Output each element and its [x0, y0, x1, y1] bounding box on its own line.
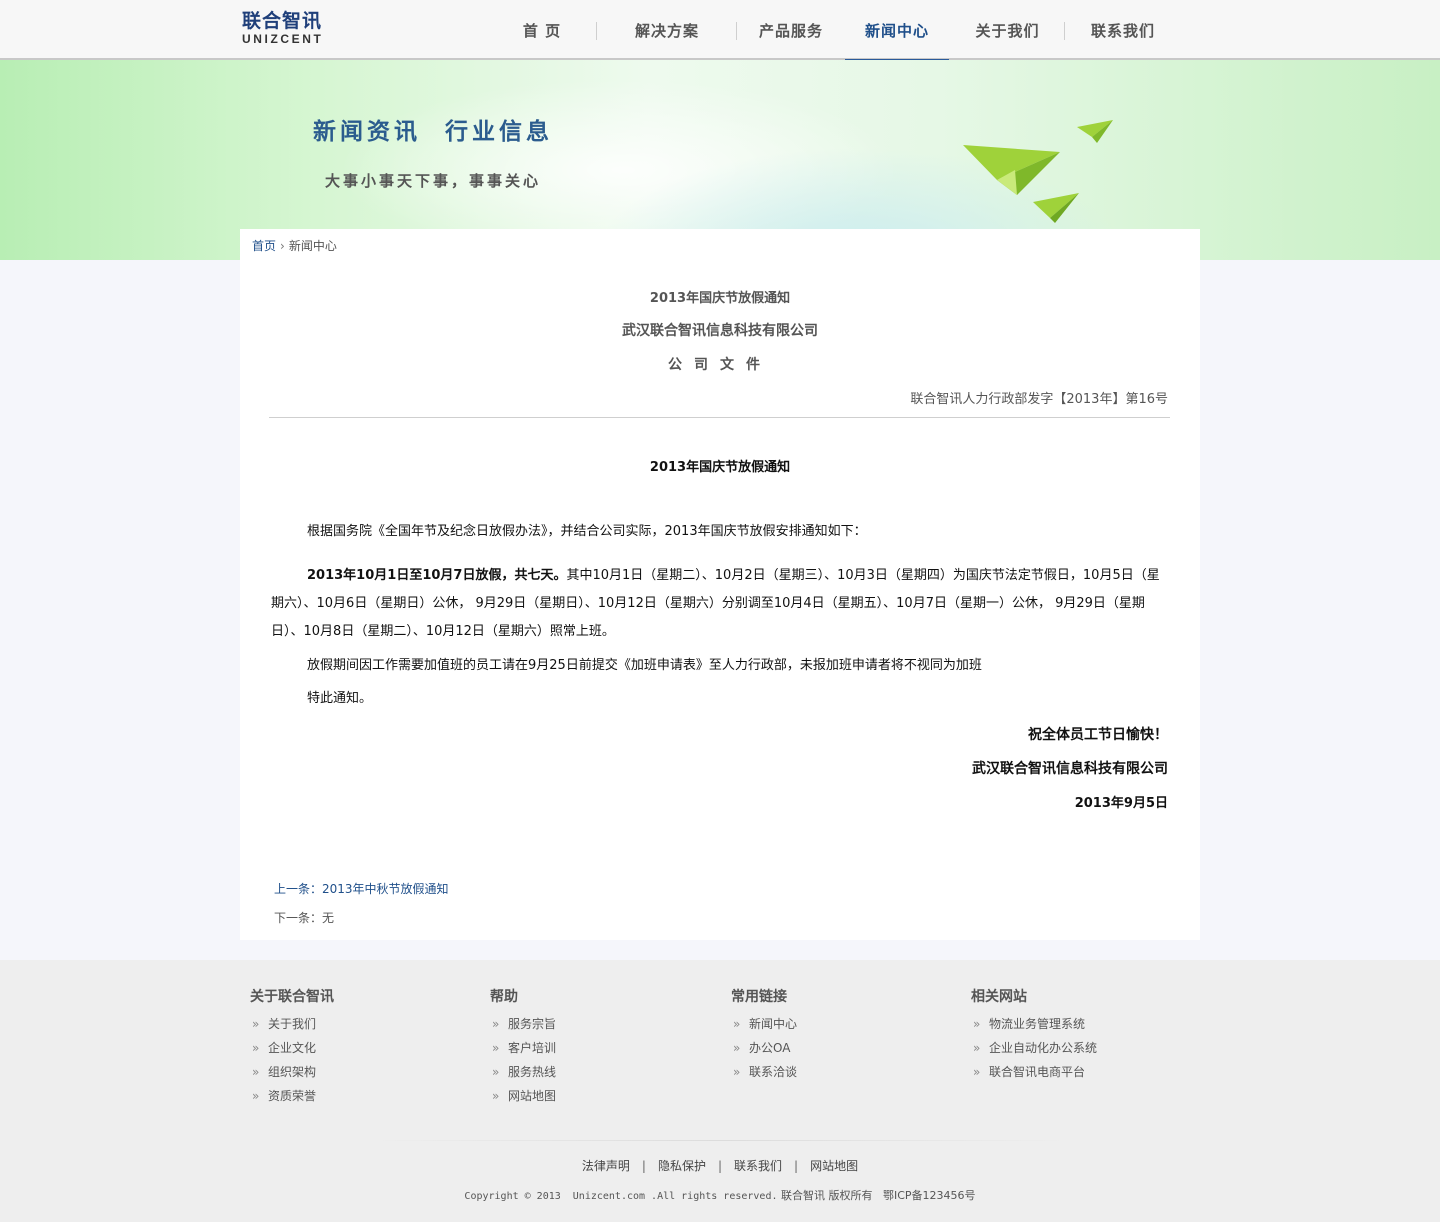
prev-article-link[interactable]: 上一条：2013年中秋节放假通知 [274, 880, 449, 897]
footer-column-title: 帮助 [490, 989, 518, 1005]
footer-column-title: 常用链接 [731, 989, 787, 1005]
footer-divider [370, 1140, 1070, 1141]
article-body-title: 2013年国庆节放假通知 [649, 460, 791, 475]
footer-column-title: 关于联合智讯 [250, 989, 334, 1005]
nav-item-home[interactable]: 首 页 [487, 0, 597, 60]
nav-item-contact[interactable]: 联系我们 [1065, 0, 1181, 60]
site-footer: 关于联合智讯 关于我们 企业文化 组织架构 资质荣誉 帮助 服务宗旨 客户培训 … [0, 960, 1440, 1222]
nav-label: 解决方案 [634, 22, 699, 40]
chevron-right-icon: › [280, 239, 285, 253]
footer-column-title: 相关网站 [971, 989, 1027, 1005]
footer-link[interactable]: 资质荣誉 [250, 1084, 334, 1108]
highlight-text: 2013年10月1日至10月7日放假，共七天。 [307, 568, 567, 583]
footer-link[interactable]: 企业自动化办公系统 [971, 1036, 1097, 1060]
nav-item-solutions[interactable]: 解决方案 [597, 0, 737, 60]
copyright-text: Copyright © 2013 Unizcent.com .All right… [464, 1191, 778, 1202]
legal-link[interactable]: 法律声明 [582, 1159, 630, 1173]
footer-link[interactable]: 服务宗旨 [490, 1012, 556, 1036]
article-paragraph: 2013年10月1日至10月7日放假，共七天。其中10月1日（星期二）、10月2… [271, 562, 1168, 646]
article-panel: 首页 › 新闻中心 2013年国庆节放假通知 武汉联合智讯信息科技有限公司 公司文件… [240, 229, 1200, 940]
footer-link[interactable]: 网站地图 [490, 1084, 556, 1108]
footer-column-links: 常用链接 新闻中心 办公OA 联系洽谈 [731, 986, 797, 1084]
main-nav: 首 页 解决方案 产品服务 新闻中心 关于我们 联系我们 [487, 0, 1181, 62]
contact-link[interactable]: 联系我们 [734, 1159, 782, 1173]
logo-cn-text: 联合智讯 [242, 10, 323, 32]
footer-column-sites: 相关网站 物流业务管理系统 企业自动化办公系统 联合智讯电商平台 [971, 986, 1097, 1084]
footer-link[interactable]: 服务热线 [490, 1060, 556, 1084]
nav-label: 联系我们 [1090, 22, 1155, 40]
site-header: 联合智讯 UNIZCENT 首 页 解决方案 产品服务 新闻中心 关于我们 联系… [0, 0, 1440, 62]
doc-type: 公司文件 [668, 357, 772, 373]
signature: 武汉联合智讯信息科技有限公司 [972, 761, 1168, 777]
nav-label: 关于我们 [975, 22, 1040, 40]
article-date: 2013年9月5日 [1074, 796, 1168, 811]
link-separator: | [641, 1159, 646, 1173]
footer-link[interactable]: 新闻中心 [731, 1012, 797, 1036]
article-paragraph: 放假期间因工作需要加值班的员工请在9月25日前提交《加班申请表》至人力行政部，未… [307, 658, 982, 673]
nav-label: 产品服务 [758, 22, 823, 40]
logo-en-text: UNIZCENT [242, 32, 324, 46]
footer-bottom-links: 法律声明 | 隐私保护 | 联系我们 | 网站地图 [0, 1157, 1440, 1174]
nav-label: 首 页 [522, 22, 562, 40]
article-paragraph: 特此通知。 [307, 691, 373, 706]
footer-column-help: 帮助 服务宗旨 客户培训 服务热线 网站地图 [490, 986, 556, 1108]
footer-link[interactable]: 企业文化 [250, 1036, 334, 1060]
sitemap-link[interactable]: 网站地图 [810, 1159, 858, 1173]
footer-link[interactable]: 关于我们 [250, 1012, 334, 1036]
next-article-text: 下一条：无 [274, 911, 335, 925]
footer-link[interactable]: 组织架构 [250, 1060, 334, 1084]
link-separator: | [794, 1159, 799, 1173]
footer-column-about: 关于联合智讯 关于我们 企业文化 组织架构 资质荣誉 [250, 986, 334, 1108]
breadcrumb: 首页 › 新闻中心 [252, 237, 337, 254]
footer-link[interactable]: 物流业务管理系统 [971, 1012, 1097, 1036]
footer-link[interactable]: 客户培训 [490, 1036, 556, 1060]
doc-number: 联合智讯人力行政部发字【2013年】第16号 [910, 392, 1168, 407]
breadcrumb-home-link[interactable]: 首页 [252, 239, 276, 253]
article-header-title: 2013年国庆节放假通知 [649, 291, 791, 306]
copyright: Copyright © 2013 Unizcent.com .All right… [0, 1187, 1440, 1203]
nav-item-news[interactable]: 新闻中心 [845, 0, 949, 62]
banner-subtitle: 大事小事天下事，事事关心 [325, 172, 542, 190]
site-logo[interactable]: 联合智讯 UNIZCENT [242, 10, 323, 46]
footer-link[interactable]: 联系洽谈 [731, 1060, 797, 1084]
breadcrumb-current: 新闻中心 [288, 239, 337, 253]
divider [269, 417, 1170, 418]
article-paragraph: 根据国务院《全国年节及纪念日放假办法》，并结合公司实际，2013年国庆节放假安排… [307, 524, 867, 539]
icp-text: 鄂ICP备123456号 [883, 1189, 976, 1202]
footer-link[interactable]: 办公OA [731, 1036, 797, 1060]
paper-plane-icon [963, 120, 1113, 223]
link-separator: | [717, 1159, 723, 1173]
footer-link[interactable]: 联合智讯电商平台 [971, 1060, 1097, 1084]
company-name: 武汉联合智讯信息科技有限公司 [622, 323, 818, 339]
greeting: 祝全体员工节日愉快！ [1028, 727, 1168, 743]
nav-item-products[interactable]: 产品服务 [737, 0, 845, 60]
banner-title: 新闻资讯 行业信息 [313, 119, 554, 145]
nav-label: 新闻中心 [864, 22, 929, 40]
privacy-link[interactable]: 隐私保护 [658, 1159, 706, 1173]
nav-item-about[interactable]: 关于我们 [949, 0, 1065, 60]
rights-text: 联合智讯 版权所有 [781, 1189, 873, 1202]
